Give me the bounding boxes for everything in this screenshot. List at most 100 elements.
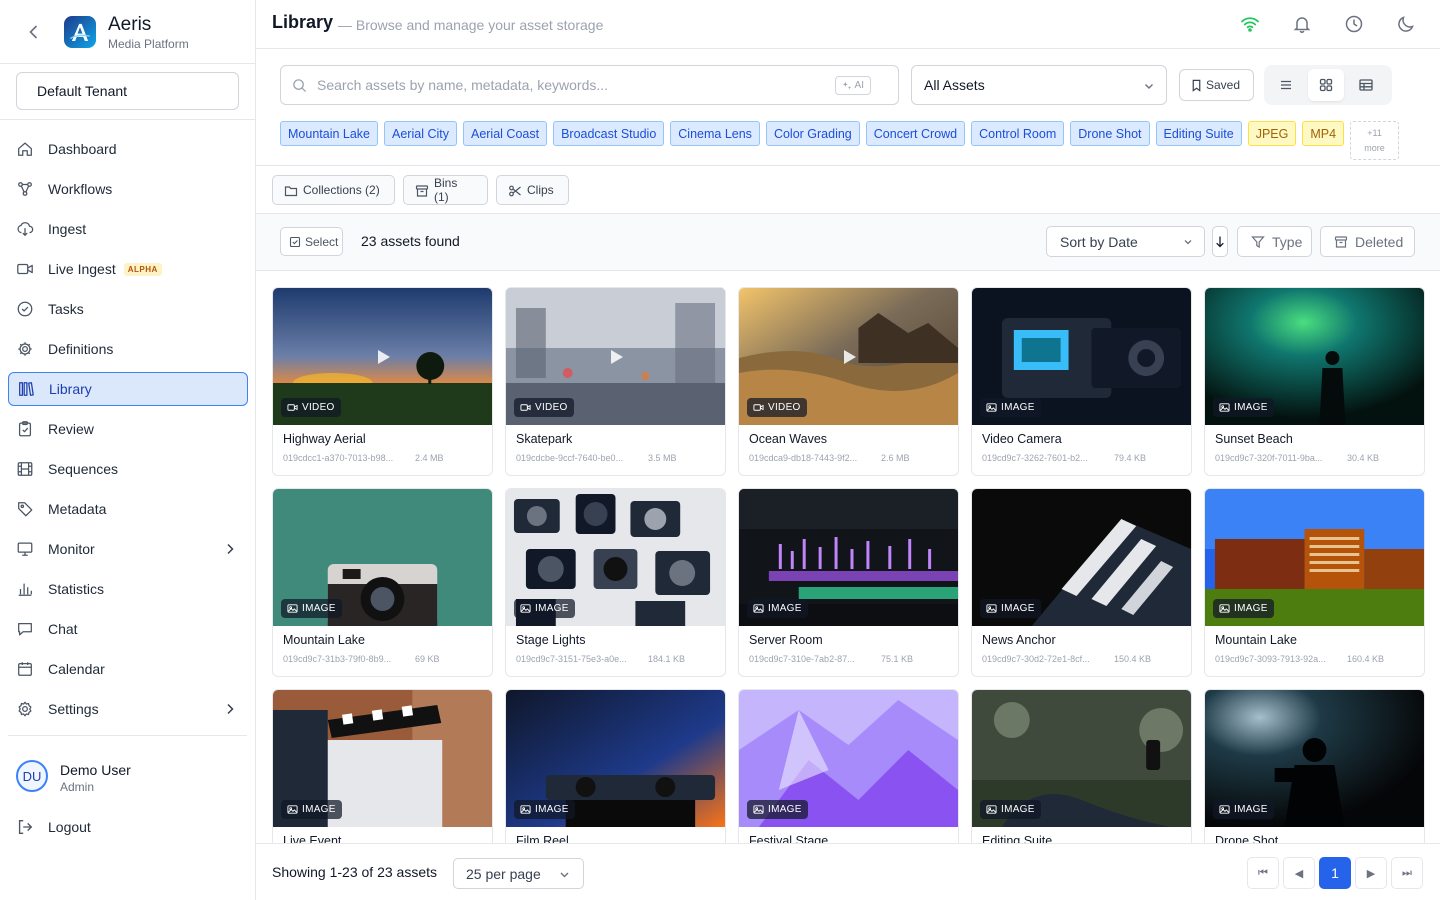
image-icon bbox=[287, 604, 298, 613]
prev-page-button[interactable]: ◀ bbox=[1283, 857, 1315, 889]
sidebar-item-tasks[interactable]: Tasks bbox=[8, 292, 248, 326]
ai-search-toggle[interactable]: AI bbox=[834, 76, 871, 95]
tag-chip[interactable]: Mountain Lake bbox=[280, 121, 379, 146]
asset-card[interactable]: IMAGE Video Camera 019cd9c7-3262-7601-b2..… bbox=[971, 287, 1192, 476]
bins-button[interactable]: Bins (1) bbox=[403, 175, 488, 205]
arrow-down-icon bbox=[1216, 236, 1224, 248]
chevron-left-icon[interactable] bbox=[24, 22, 44, 42]
asset-card[interactable]: IMAGE Festival Stage bbox=[738, 689, 959, 843]
bell-icon[interactable] bbox=[1292, 14, 1312, 34]
wifi-icon[interactable] bbox=[1240, 14, 1260, 34]
user-profile[interactable]: DU Demo User Admin bbox=[16, 760, 131, 794]
asset-card[interactable]: IMAGE Stage Lights 019cd9c7-3151-75e3-a0e.… bbox=[505, 488, 726, 677]
asset-type-badge: IMAGE bbox=[1213, 398, 1274, 417]
asset-card[interactable]: VIDEO Ocean Waves 019cdca9-db18-7443-9f2..… bbox=[738, 287, 959, 476]
tenant-selector[interactable]: Default Tenant bbox=[16, 72, 239, 110]
first-page-button[interactable]: ⏮ bbox=[1247, 857, 1279, 889]
grid-view-button[interactable] bbox=[1308, 69, 1344, 101]
clock-icon[interactable] bbox=[1344, 14, 1364, 34]
asset-type-select[interactable]: All Assets bbox=[911, 65, 1167, 105]
next-page-button[interactable]: ▶ bbox=[1355, 857, 1387, 889]
sidebar-item-label: Tasks bbox=[48, 301, 84, 317]
tag-chip[interactable]: Aerial Coast bbox=[462, 121, 548, 146]
saved-searches-button[interactable]: Saved bbox=[1179, 69, 1254, 101]
tag-chip[interactable]: Editing Suite bbox=[1155, 121, 1242, 146]
table-view-button[interactable] bbox=[1348, 69, 1384, 101]
tag-chip[interactable]: Broadcast Studio bbox=[553, 121, 665, 146]
asset-card[interactable]: VIDEO Skatepark 019cdcbe-9ccf-7640-be0... 3… bbox=[505, 287, 726, 476]
tag-chip[interactable]: Color Grading bbox=[765, 121, 860, 146]
sort-select[interactable]: Sort by Date bbox=[1046, 226, 1205, 257]
sidebar-item-chat[interactable]: Chat bbox=[8, 612, 248, 646]
tag-chip[interactable]: Aerial City bbox=[384, 121, 457, 146]
asset-name: Mountain Lake bbox=[283, 633, 366, 647]
sidebar-item-calendar[interactable]: Calendar bbox=[8, 652, 248, 686]
asset-card[interactable]: IMAGE Server Room 019cd9c7-310e-7ab2-87...… bbox=[738, 488, 959, 677]
sidebar-item-library[interactable]: Library bbox=[8, 372, 248, 406]
asset-card[interactable]: IMAGE Drone Shot bbox=[1204, 689, 1425, 843]
video-icon bbox=[287, 404, 298, 411]
asset-card[interactable]: IMAGE Editing Suite bbox=[971, 689, 1192, 843]
sidebar-item-monitor[interactable]: Monitor bbox=[8, 532, 248, 566]
per-page-select[interactable]: 25 per page bbox=[453, 858, 584, 889]
asset-type-label: VIDEO bbox=[535, 402, 568, 413]
last-page-button[interactable]: ⏭ bbox=[1391, 857, 1423, 889]
asset-card[interactable]: IMAGE Mountain Lake 019cd9c7-3093-7913-92a… bbox=[1204, 488, 1425, 677]
asset-size: 184.1 KB bbox=[648, 654, 686, 664]
clips-button[interactable]: Clips bbox=[496, 175, 569, 205]
tag-chip[interactable]: MP4 bbox=[1302, 121, 1345, 146]
asset-card[interactable]: IMAGE Live Event bbox=[272, 689, 493, 843]
chevron-down-icon bbox=[1142, 79, 1156, 93]
asset-type-label: VIDEO bbox=[302, 402, 335, 413]
tag-chip[interactable]: Drone Shot bbox=[1070, 121, 1150, 146]
type-filter-button[interactable]: Type bbox=[1237, 226, 1312, 257]
sidebar-item-label: Chat bbox=[48, 621, 78, 637]
search-input[interactable]: Search assets by name, metadata, keyword… bbox=[280, 65, 899, 105]
asset-grid-scroll[interactable]: VIDEO Highway Aerial 019cdcc1-a370-7013-b9… bbox=[256, 271, 1440, 843]
asset-card[interactable]: IMAGE Mountain Lake 019cd9c7-31b3-79f0-8b9… bbox=[272, 488, 493, 677]
more-tags-button[interactable]: +11 more bbox=[1350, 121, 1400, 160]
tenant-section: Default Tenant bbox=[0, 64, 255, 120]
deleted-filter-button[interactable]: Deleted bbox=[1320, 226, 1415, 257]
home-icon bbox=[16, 140, 34, 158]
sort-direction-button[interactable] bbox=[1212, 226, 1228, 257]
asset-id: 019cd9c7-3093-7913-92a... bbox=[1215, 654, 1326, 664]
search-placeholder: Search assets by name, metadata, keyword… bbox=[317, 77, 609, 93]
check-circle-icon bbox=[16, 300, 34, 318]
tag-chip[interactable]: Control Room bbox=[971, 121, 1065, 146]
select-mode-button[interactable]: Select bbox=[280, 227, 343, 256]
sidebar-item-workflows[interactable]: Workflows bbox=[8, 172, 248, 206]
asset-card[interactable]: IMAGE News Anchor 019cd9c7-30d2-72e1-8cf..… bbox=[971, 488, 1192, 677]
sidebar-item-statistics[interactable]: Statistics bbox=[8, 572, 248, 606]
sidebar-item-live-ingest[interactable]: Live Ingest ALPHA bbox=[8, 252, 248, 286]
asset-type-badge: IMAGE bbox=[514, 599, 575, 618]
asset-card[interactable]: VIDEO Highway Aerial 019cdcc1-a370-7013-b9… bbox=[272, 287, 493, 476]
page-button-current[interactable]: 1 bbox=[1319, 857, 1351, 889]
asset-type-label: IMAGE bbox=[768, 804, 802, 815]
filter-icon bbox=[1251, 235, 1265, 249]
asset-name: Server Room bbox=[749, 633, 823, 647]
sidebar-item-ingest[interactable]: Ingest bbox=[8, 212, 248, 246]
sidebar-item-sequences[interactable]: Sequences bbox=[8, 452, 248, 486]
asset-type-label: IMAGE bbox=[1001, 603, 1035, 614]
page-subtitle: — Browse and manage your asset storage bbox=[338, 17, 604, 33]
sidebar-item-metadata[interactable]: Metadata bbox=[8, 492, 248, 526]
sidebar-item-settings[interactable]: Settings bbox=[8, 692, 248, 726]
collections-button[interactable]: Collections (2) bbox=[272, 175, 395, 205]
asset-card[interactable]: IMAGE Sunset Beach 019cd9c7-320f-7011-9ba.… bbox=[1204, 287, 1425, 476]
tag-chip[interactable]: Concert Crowd bbox=[865, 121, 966, 146]
sidebar-item-dashboard[interactable]: Dashboard bbox=[8, 132, 248, 166]
sidebar-item-definitions[interactable]: Definitions bbox=[8, 332, 248, 366]
logout-button[interactable]: Logout bbox=[16, 818, 91, 836]
page-header: Library — Browse and manage your asset s… bbox=[256, 0, 1440, 49]
image-icon bbox=[287, 805, 298, 814]
list-view-button[interactable] bbox=[1268, 69, 1304, 101]
asset-thumbnail: IMAGE bbox=[739, 489, 958, 626]
sidebar-item-review[interactable]: Review bbox=[8, 412, 248, 446]
sidebar-item-label: Library bbox=[49, 381, 92, 397]
moon-icon[interactable] bbox=[1396, 14, 1416, 34]
asset-size: 69 KB bbox=[415, 654, 440, 664]
tag-chip[interactable]: JPEG bbox=[1247, 121, 1297, 146]
asset-card[interactable]: IMAGE Film Reel bbox=[505, 689, 726, 843]
tag-chip[interactable]: Cinema Lens bbox=[670, 121, 760, 146]
